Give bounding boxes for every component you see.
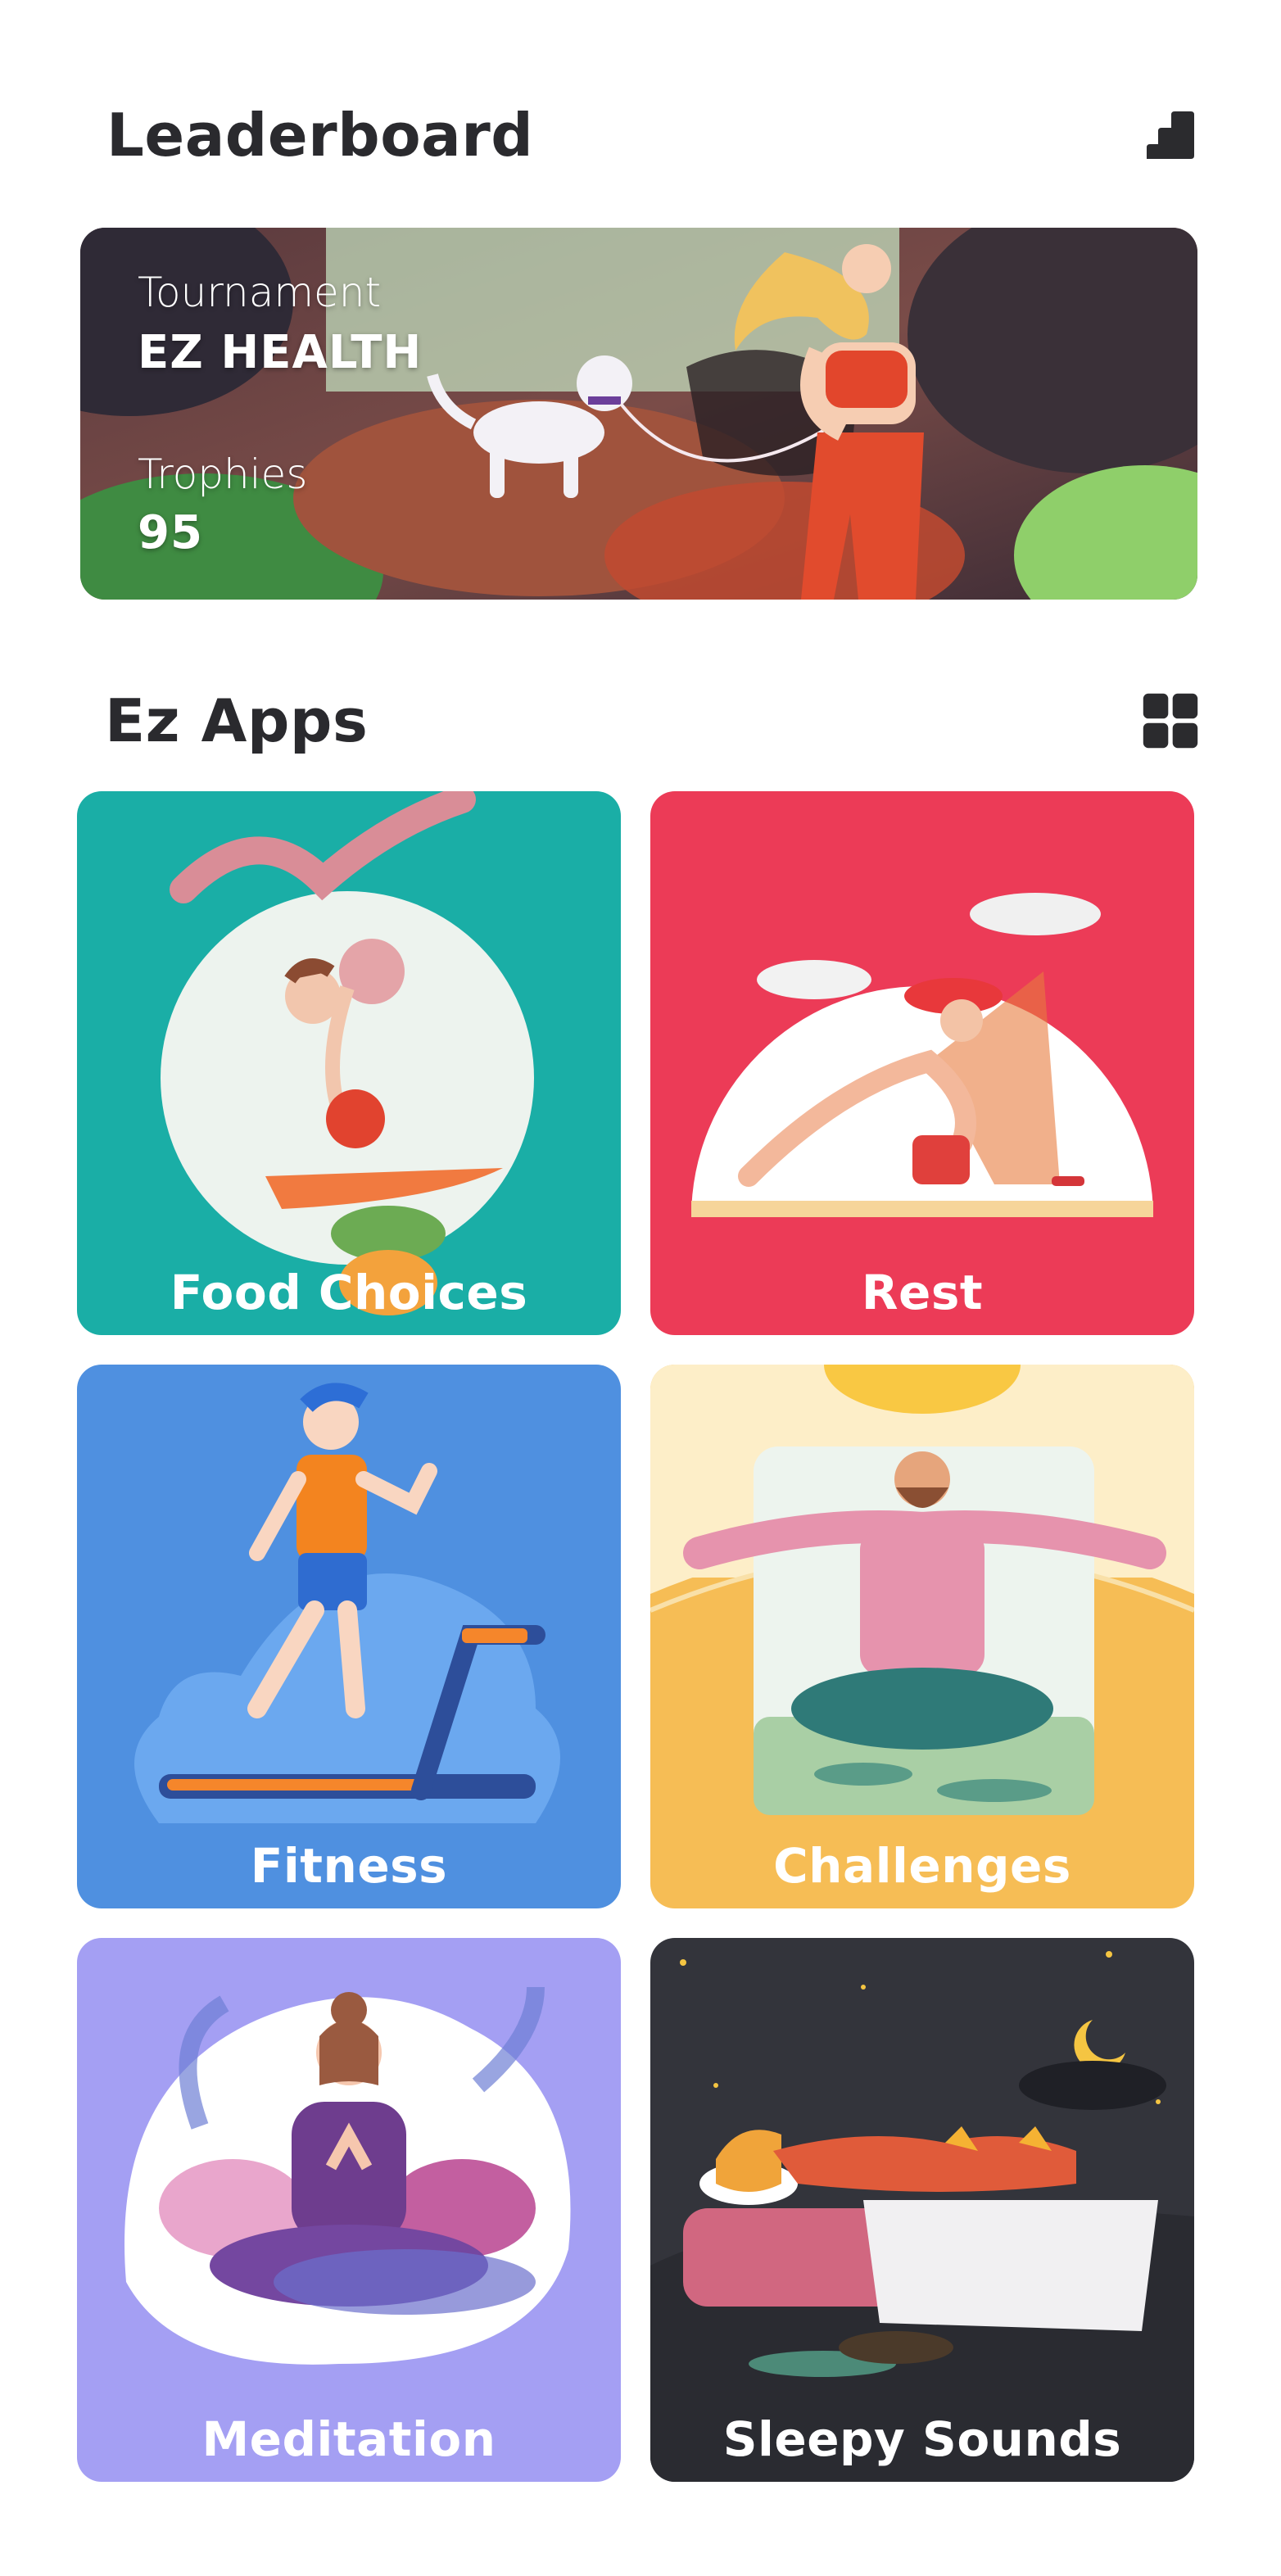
app-card-meditation[interactable]: Meditation [77, 1938, 621, 2482]
trophies-label: Trophies [138, 450, 308, 498]
app-card-fitness[interactable]: Fitness [77, 1365, 621, 1908]
meditating-woman-illustration [124, 1986, 571, 2365]
leaderboard-header: Leaderboard [106, 90, 1199, 180]
beach-lounging-illustration [691, 893, 1153, 1217]
sleeping-woman-illustration [650, 1951, 1194, 2482]
app-label-food-choices: Food Choices [170, 1265, 528, 1320]
tournament-banner[interactable]: Tournament EZ HEALTH Trophies 95 [80, 228, 1197, 600]
treadmill-runner-illustration [134, 1383, 560, 1823]
apps-title: Ez Apps [105, 686, 369, 755]
app-label-meditation: Meditation [201, 2411, 496, 2467]
tournament-label: Tournament [138, 269, 382, 316]
app-label-fitness: Fitness [250, 1838, 448, 1894]
app-card-challenges[interactable]: Challenges [650, 1365, 1194, 1908]
signal-bars-icon[interactable] [1142, 106, 1199, 164]
yoga-food-illustration [161, 791, 534, 1315]
tournament-name: EZ HEALTH [138, 326, 423, 379]
app-card-rest[interactable]: Rest [650, 791, 1194, 1335]
app-label-challenges: Challenges [773, 1838, 1071, 1894]
app-card-food-choices[interactable]: Food Choices [77, 791, 621, 1335]
grid-view-icon[interactable] [1142, 692, 1199, 749]
app-label-sleepy-sounds: Sleepy Sounds [722, 2411, 1122, 2467]
leaderboard-title: Leaderboard [106, 101, 534, 170]
meditating-man-illustration [650, 1365, 1194, 1815]
apps-header: Ez Apps [105, 672, 1199, 770]
trophies-value: 95 [138, 506, 203, 559]
app-card-sleepy-sounds[interactable]: Sleepy Sounds [650, 1938, 1194, 2482]
app-label-rest: Rest [861, 1265, 984, 1320]
